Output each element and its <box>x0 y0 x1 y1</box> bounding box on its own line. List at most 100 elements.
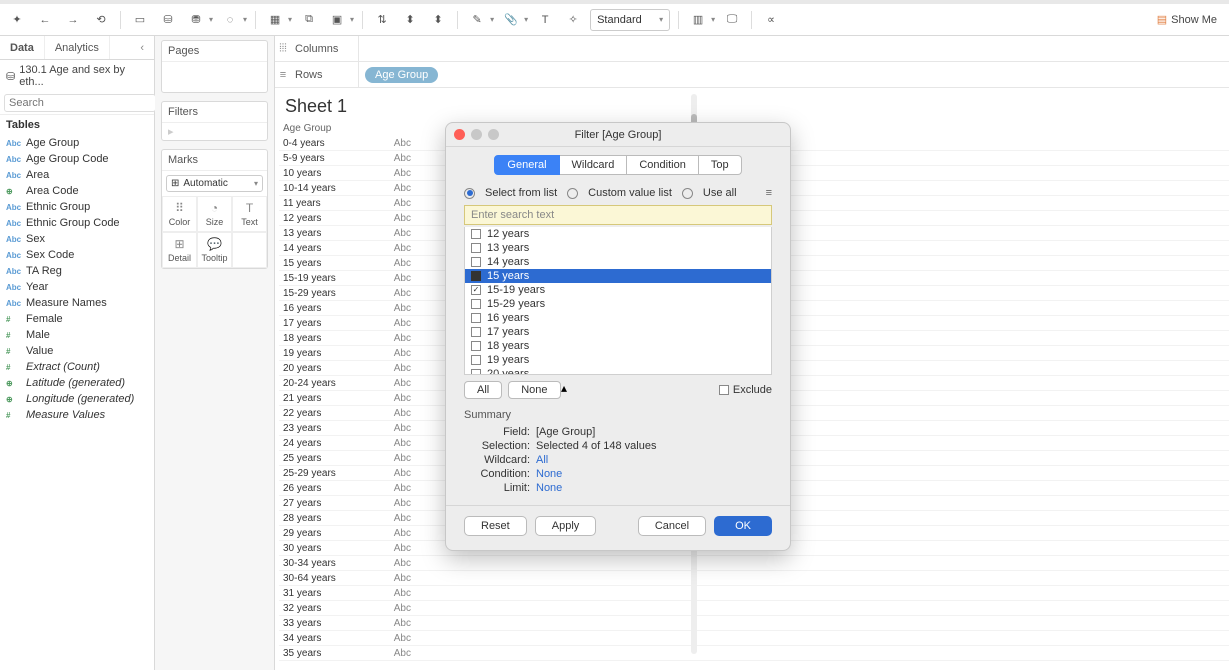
undo-icon[interactable]: ⟲ <box>90 9 112 31</box>
radio-use-all[interactable] <box>682 188 693 199</box>
show-me-button[interactable]: ▤ Show Me <box>1151 11 1223 28</box>
gear-icon[interactable]: ≡ <box>766 187 772 199</box>
collapse-pane-icon[interactable]: ‹ <box>130 36 154 59</box>
crosstab-row[interactable]: 34 yearsAbc <box>279 631 1229 646</box>
crosstab-row[interactable]: 35 yearsAbc <box>279 646 1229 661</box>
dropdown-icon[interactable]: ▾ <box>490 15 494 24</box>
field-row[interactable]: #Value <box>0 343 154 359</box>
filter-value-list[interactable]: 12 years13 years14 years15 years15-19 ye… <box>464 227 772 375</box>
sort-desc-icon[interactable]: ⬍ <box>427 9 449 31</box>
tab-top[interactable]: Top <box>699 155 742 175</box>
new-worksheet-icon[interactable]: ▦ <box>264 9 286 31</box>
filter-value-checkbox[interactable] <box>471 299 481 309</box>
summary-wildcard-value[interactable]: All <box>536 454 548 466</box>
back-icon[interactable]: ← <box>34 9 56 31</box>
auto-update-icon[interactable]: ◌ <box>219 9 241 31</box>
field-row[interactable]: #Extract (Count) <box>0 359 154 375</box>
columns-shelf[interactable]: ⦙⦙⦙ Columns <box>275 36 1229 62</box>
crosstab-row[interactable]: 33 yearsAbc <box>279 616 1229 631</box>
filter-value-checkbox[interactable] <box>471 257 481 267</box>
filter-value-row[interactable]: 16 years <box>465 311 771 325</box>
radio-select-from-list[interactable] <box>464 188 475 199</box>
tab-condition[interactable]: Condition <box>627 155 698 175</box>
field-row[interactable]: AbcMeasure Names <box>0 295 154 311</box>
tab-data[interactable]: Data <box>0 36 45 59</box>
pages-card[interactable]: Pages <box>161 40 268 93</box>
field-row[interactable]: AbcEthnic Group Code <box>0 215 154 231</box>
filter-value-row[interactable]: 18 years <box>465 339 771 353</box>
exclude-checkbox[interactable] <box>719 385 729 395</box>
filter-value-checkbox[interactable] <box>471 285 481 295</box>
field-row[interactable]: AbcTA Reg <box>0 263 154 279</box>
field-row[interactable]: AbcEthnic Group <box>0 199 154 215</box>
crosstab-row[interactable]: 30-64 yearsAbc <box>279 571 1229 586</box>
swap-icon[interactable]: ⇅ <box>371 9 393 31</box>
filter-value-checkbox[interactable] <box>471 243 481 253</box>
crosstab-row[interactable]: 32 yearsAbc <box>279 601 1229 616</box>
sort-asc-icon[interactable]: ⬍ <box>399 9 421 31</box>
field-row[interactable]: AbcAge Group Code <box>0 151 154 167</box>
dropdown-icon[interactable]: ▾ <box>711 15 715 24</box>
highlight-icon[interactable]: ✎ <box>466 9 488 31</box>
filter-value-row[interactable]: 15-29 years <box>465 297 771 311</box>
forward-icon[interactable]: → <box>62 9 84 31</box>
dropdown-icon[interactable]: ▾ <box>288 15 292 24</box>
minimize-icon[interactable] <box>471 129 482 140</box>
radio-custom-value[interactable] <box>567 188 578 199</box>
dropdown-icon[interactable]: ▾ <box>209 15 213 24</box>
fit-selector[interactable]: Standard ▾ <box>590 9 670 31</box>
field-row[interactable]: AbcSex Code <box>0 247 154 263</box>
marks-tooltip[interactable]: 💬Tooltip <box>197 232 232 268</box>
field-row[interactable]: AbcYear <box>0 279 154 295</box>
filter-value-row[interactable]: 15 years <box>465 269 771 283</box>
save-icon[interactable]: ▭ <box>129 9 151 31</box>
refresh-icon[interactable]: ⛃ <box>185 9 207 31</box>
filter-value-row[interactable]: 19 years <box>465 353 771 367</box>
search-fields-input[interactable] <box>4 94 156 112</box>
field-row[interactable]: ⊕Latitude (generated) <box>0 375 154 391</box>
field-row[interactable]: #Female <box>0 311 154 327</box>
filters-card[interactable]: Filters ▸ <box>161 101 268 141</box>
close-icon[interactable] <box>454 129 465 140</box>
marks-color[interactable]: ⠿Color <box>162 196 197 232</box>
dropdown-icon[interactable]: ▾ <box>350 15 354 24</box>
tableau-logo-icon[interactable]: ✦ <box>6 9 28 31</box>
cancel-button[interactable]: Cancel <box>638 516 706 536</box>
filter-value-row[interactable]: 14 years <box>465 255 771 269</box>
new-datasource-icon[interactable]: ⛁ <box>157 9 179 31</box>
marks-detail[interactable]: ⊞Detail <box>162 232 197 268</box>
rows-pill-age-group[interactable]: Age Group <box>365 67 438 83</box>
clear-icon[interactable]: ▣ <box>326 9 348 31</box>
filter-value-checkbox[interactable] <box>471 229 481 239</box>
filter-value-row[interactable]: 12 years <box>465 227 771 241</box>
datasource-row[interactable]: ⛁ 130.1 Age and sex by eth... <box>0 60 154 92</box>
zoom-icon[interactable] <box>488 129 499 140</box>
ok-button[interactable]: OK <box>714 516 772 536</box>
dropdown-icon[interactable]: ▾ <box>243 15 247 24</box>
filter-value-checkbox[interactable] <box>471 341 481 351</box>
share-icon[interactable]: ∝ <box>760 9 782 31</box>
filter-value-checkbox[interactable] <box>471 355 481 365</box>
field-row[interactable]: AbcArea <box>0 167 154 183</box>
filter-value-checkbox[interactable] <box>471 271 481 281</box>
dialog-titlebar[interactable]: Filter [Age Group] <box>446 123 790 147</box>
tab-analytics[interactable]: Analytics <box>45 36 110 59</box>
duplicate-icon[interactable]: ⧉ <box>298 9 320 31</box>
rows-shelf[interactable]: ≡ Rows Age Group <box>275 62 1229 88</box>
filter-value-row[interactable]: 20 years <box>465 367 771 375</box>
totals-icon[interactable]: T <box>534 9 556 31</box>
labels-icon[interactable]: ✧ <box>562 9 584 31</box>
summary-limit-value[interactable]: None <box>536 482 562 494</box>
tab-wildcard[interactable]: Wildcard <box>560 155 628 175</box>
select-none-button[interactable]: None <box>508 381 560 399</box>
show-cards-icon[interactable]: ▥ <box>687 9 709 31</box>
filter-value-checkbox[interactable] <box>471 313 481 323</box>
filter-value-row[interactable]: 15-19 years <box>465 283 771 297</box>
summary-condition-value[interactable]: None <box>536 468 562 480</box>
crosstab-row[interactable]: 31 yearsAbc <box>279 586 1229 601</box>
crosstab-row[interactable]: 30-34 yearsAbc <box>279 556 1229 571</box>
marks-type-selector[interactable]: ⊞ Automatic ▾ <box>166 175 263 192</box>
field-row[interactable]: ⊕Longitude (generated) <box>0 391 154 407</box>
presentation-icon[interactable]: 🖵 <box>721 9 743 31</box>
tab-general[interactable]: General <box>494 155 559 175</box>
